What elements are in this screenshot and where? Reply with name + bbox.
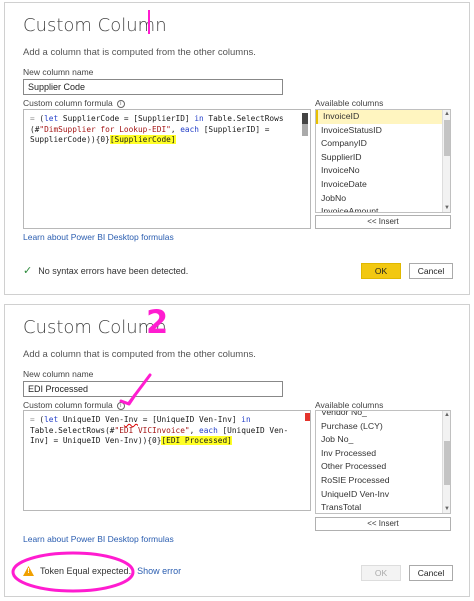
scroll-down-icon[interactable]: ▼: [444, 205, 450, 211]
formula-editor[interactable]: = (let UniqueID Ven-Inv = [UniqueID Ven-…: [23, 410, 311, 511]
available-column-item[interactable]: Other Processed: [316, 460, 450, 474]
syntax-status: ✓ No syntax errors have been detected.: [23, 264, 188, 277]
scroll-up-icon[interactable]: ▲: [444, 412, 450, 418]
available-columns-scrollbar[interactable]: ▲ ▼: [442, 411, 450, 513]
formula-label: Custom column formula i: [23, 400, 125, 410]
status-text: Token Equal expected.: [40, 566, 132, 576]
insert-button[interactable]: << Insert: [315, 517, 451, 531]
available-columns-list[interactable]: Vendor No_ Purchase (LCY) Job No_ Inv Proce…: [315, 410, 451, 514]
checkmark-icon: ✓: [23, 265, 33, 277]
ok-button[interactable]: OK: [361, 565, 401, 581]
available-column-item[interactable]: Vendor No_: [316, 411, 450, 420]
info-icon[interactable]: i: [116, 100, 125, 108]
formula-label: Custom column formula i: [23, 98, 125, 108]
error-marker: [305, 413, 310, 421]
new-column-name-label: New column name: [23, 369, 94, 379]
formula-editor[interactable]: = (let SupplierCode = [SupplierID] in Ta…: [23, 109, 311, 229]
available-column-item[interactable]: SupplierID: [316, 151, 450, 165]
available-column-item[interactable]: Job No_: [316, 433, 450, 447]
available-columns-label: Available columns: [315, 98, 384, 108]
warning-icon: !: [23, 566, 34, 576]
available-column-item[interactable]: TransTotal: [316, 501, 450, 513]
dialog-subtitle: Add a column that is computed from the o…: [23, 47, 256, 58]
scroll-thumb[interactable]: [444, 120, 450, 156]
available-column-item[interactable]: Inv Processed: [316, 447, 450, 461]
available-column-item[interactable]: Purchase (LCY): [316, 420, 450, 434]
available-column-item[interactable]: InvoiceDate: [316, 178, 450, 192]
formula-label-text: Custom column formula: [23, 98, 113, 108]
learn-formulas-link[interactable]: Learn about Power BI Desktop formulas: [23, 232, 174, 242]
available-columns-label: Available columns: [315, 400, 384, 410]
dialog-title: Custom Column: [23, 15, 167, 36]
scroll-up-icon[interactable]: ▲: [444, 111, 450, 117]
available-column-item[interactable]: InvoiceNo: [316, 164, 450, 178]
available-column-item[interactable]: JobNo: [316, 192, 450, 206]
available-column-item[interactable]: CompanyID: [316, 137, 450, 151]
available-columns-list[interactable]: InvoiceID InvoiceStatusID CompanyID Supplie…: [315, 109, 451, 213]
insert-button[interactable]: << Insert: [315, 215, 451, 229]
status-text: No syntax errors have been detected.: [38, 265, 189, 276]
formula-scroll-track[interactable]: [302, 124, 308, 136]
custom-column-dialog-2: Custom Column 2 Add a column that is com…: [4, 303, 470, 597]
new-column-name-input[interactable]: EDI Processed: [23, 381, 283, 397]
available-column-item[interactable]: UniqueID Ven-Inv: [316, 488, 450, 502]
available-column-item[interactable]: InvoiceStatusID: [316, 124, 450, 138]
dialog-subtitle: Add a column that is computed from the o…: [23, 349, 256, 360]
ok-button[interactable]: OK: [361, 263, 401, 279]
info-icon[interactable]: i: [116, 402, 125, 410]
new-column-name-input[interactable]: Supplier Code: [23, 79, 283, 95]
custom-column-dialog-1: Custom Column Add a column that is compu…: [4, 2, 470, 295]
error-status: ! Token Equal expected. Show error: [23, 566, 181, 576]
available-column-item[interactable]: RoSIE Processed: [316, 474, 450, 488]
available-column-item[interactable]: InvoiceID: [316, 110, 450, 124]
available-columns-scrollbar[interactable]: ▲ ▼: [442, 110, 450, 212]
scroll-thumb[interactable]: [444, 441, 450, 485]
cancel-button[interactable]: Cancel: [409, 263, 453, 279]
available-column-item[interactable]: InvoiceAmount: [316, 205, 450, 212]
learn-formulas-link[interactable]: Learn about Power BI Desktop formulas: [23, 534, 174, 544]
annotation-number: 2: [146, 303, 169, 341]
show-error-link[interactable]: Show error: [137, 566, 181, 576]
new-column-name-label: New column name: [23, 67, 94, 77]
cancel-button[interactable]: Cancel: [409, 565, 453, 581]
annotation-cursor-mark: [148, 10, 150, 34]
scroll-down-icon[interactable]: ▼: [444, 506, 450, 512]
formula-label-text: Custom column formula: [23, 400, 113, 410]
